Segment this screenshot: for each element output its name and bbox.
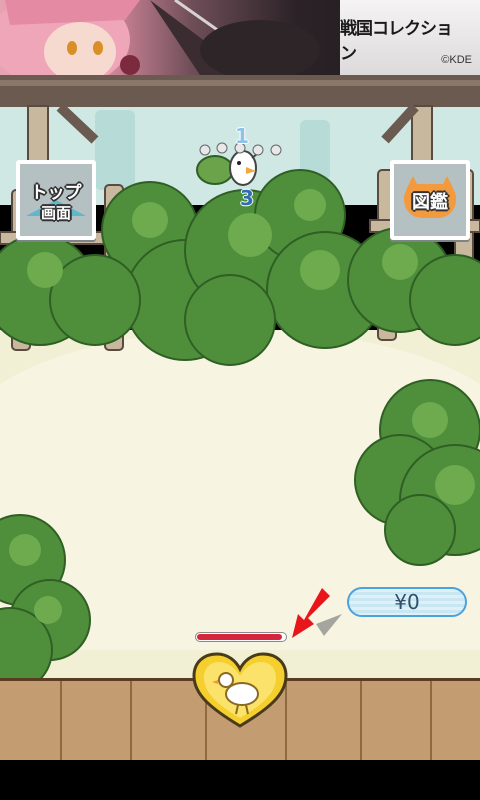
zukan-label: 図鑑 [412,192,448,213]
money-value: ¥0 [394,590,420,614]
enemy-bird-character[interactable] [196,149,263,186]
red-arrow-icon [292,588,342,638]
top-screen-label-line1: トップ [30,183,82,203]
money-display: ¥0 [347,587,467,617]
game-stage[interactable]: 戦国コレクション ©KDE トップ 画面 図鑑 1 3 ¥0 [0,0,480,800]
zukan-button[interactable]: 図鑑 [390,160,470,240]
hp-bar [195,632,287,642]
top-screen-label-line2: 画面 [40,204,71,222]
top-screen-button[interactable]: トップ 画面 [16,160,96,240]
combo-number-top: 1 [235,124,249,148]
combo-number-bottom: 3 [240,186,254,210]
hp-bar-fill [197,634,282,640]
bottom-black-bar [0,760,480,800]
bird-heart-icon[interactable] [190,650,290,730]
